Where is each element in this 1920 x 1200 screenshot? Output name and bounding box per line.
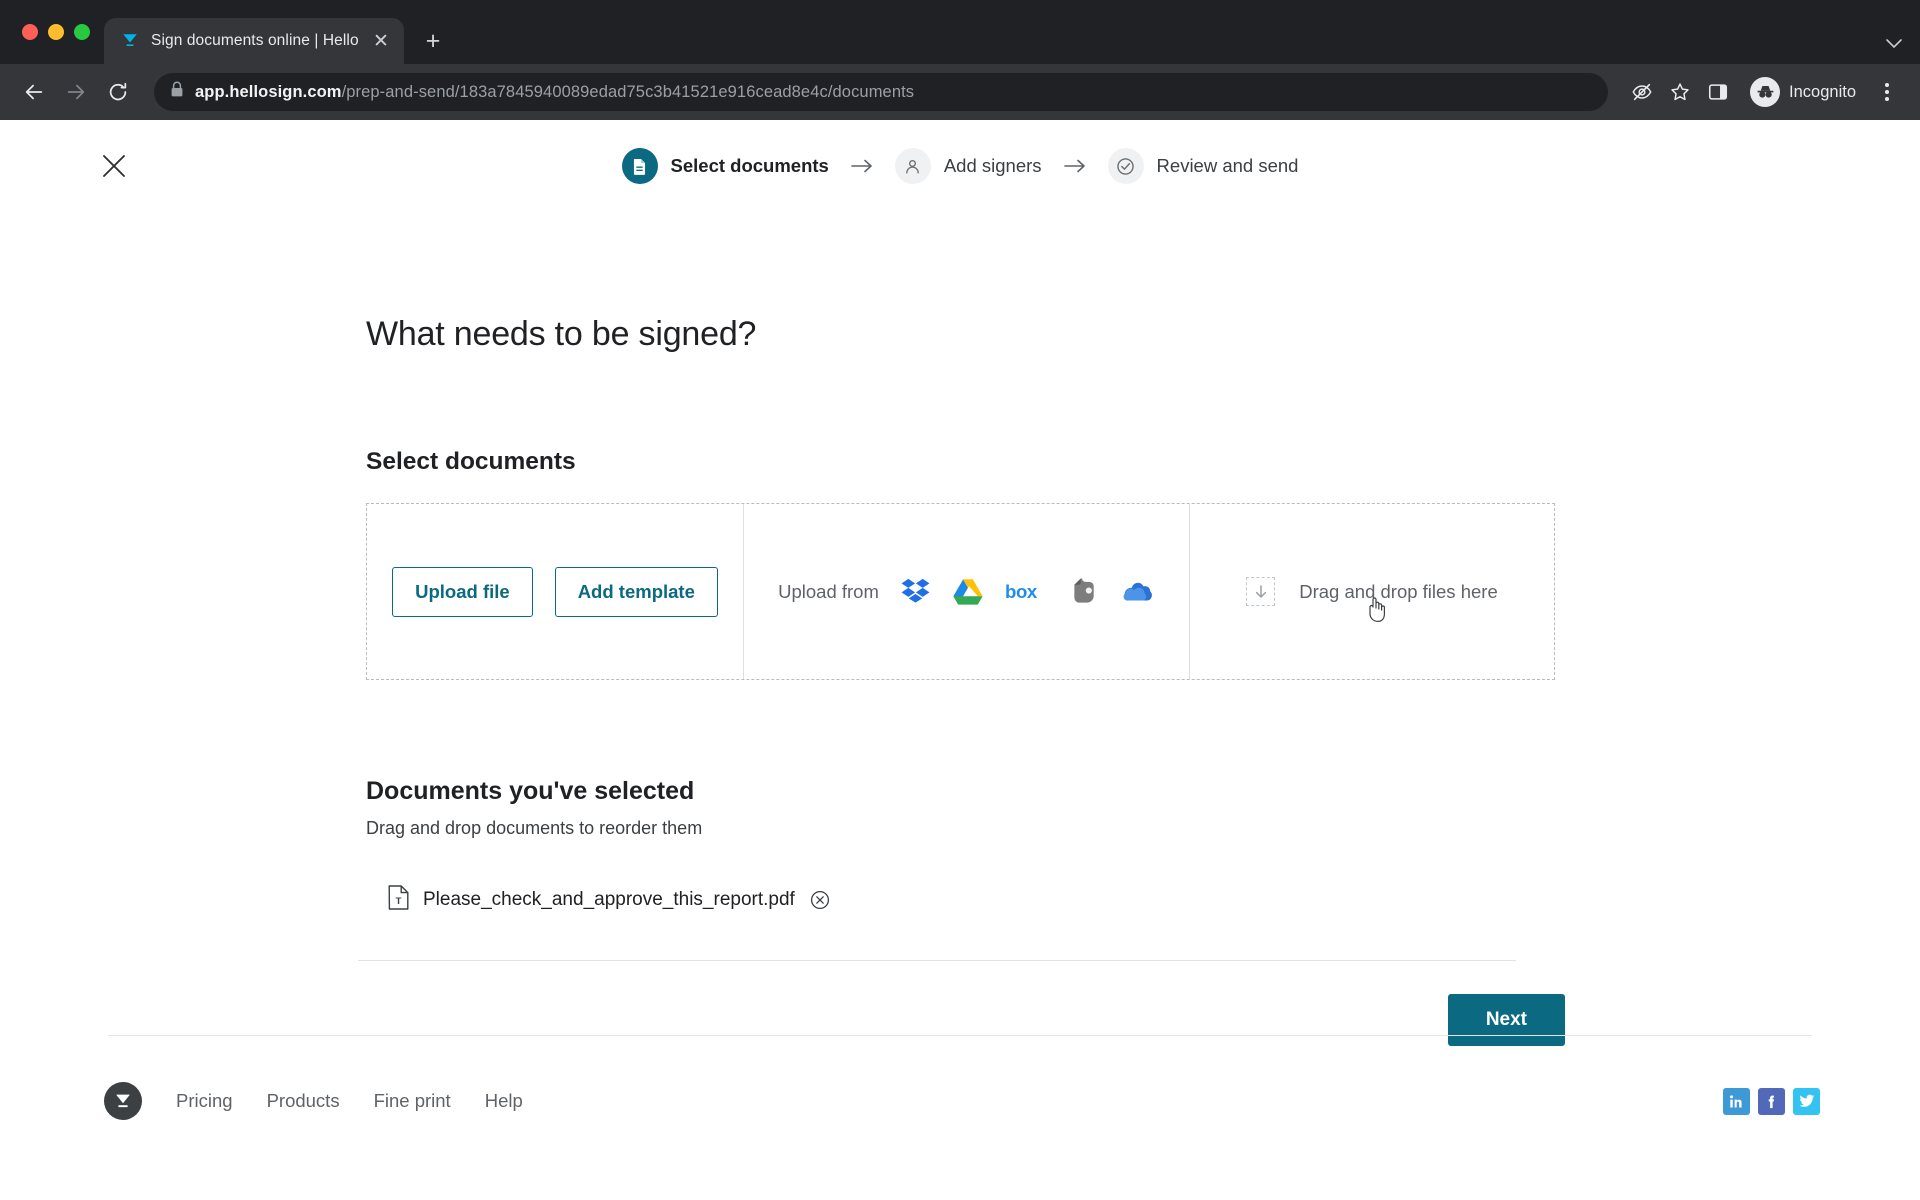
maximize-window-button[interactable] [74,24,90,40]
browser-tabstrip: Sign documents online | HelloS ✕ + [0,0,1920,64]
check-circle-icon [1107,148,1144,184]
add-template-button[interactable]: Add template [554,566,718,617]
pdf-file-icon: T [388,885,409,915]
lock-icon [170,81,184,103]
browser-tab[interactable]: Sign documents online | HelloS ✕ [104,18,404,64]
close-icon[interactable]: ✕ [370,30,392,52]
dropzone-buttons: Upload file Add template [367,504,743,679]
kebab-menu-icon[interactable] [1870,74,1904,110]
chevron-down-icon[interactable] [1886,36,1902,54]
box-icon[interactable]: box [1005,575,1049,608]
reload-icon[interactable] [100,74,136,110]
minimize-window-button[interactable] [48,24,64,40]
close-window-button[interactable] [22,24,38,40]
dropbox-icon[interactable] [899,575,932,608]
document-filename: Please_check_and_approve_this_report.pdf [423,889,795,910]
footer-link-help[interactable]: Help [485,1090,523,1112]
side-panel-icon[interactable] [1700,74,1736,110]
drag-drop-label: Drag and drop files here [1299,580,1498,602]
stepper-step-add-signers[interactable]: Add signers [894,148,1042,184]
footer-links: Pricing Products Fine print Help [104,1082,523,1120]
google-drive-icon[interactable] [952,575,985,608]
upload-from-group: Upload from box [744,504,1189,679]
cloud-service-icons: box [899,575,1155,608]
stepper-step-select-documents[interactable]: Select documents [621,148,829,184]
upload-file-button[interactable]: Upload file [392,566,533,617]
hellosign-app-page: Select documents Add signers Review and … [0,120,1920,1200]
close-icon[interactable] [96,148,132,184]
stepper-label-select-documents: Select documents [670,155,829,176]
incognito-label: Incognito [1789,82,1856,101]
url-path: /prep-and-send/183a7845940089edad75c3b41… [341,82,915,101]
footer-content: Pricing Products Fine print Help [0,1036,1920,1166]
arrow-right-icon [1063,159,1086,173]
back-arrow-icon[interactable] [16,74,52,110]
incognito-avatar-icon [1750,77,1781,107]
main-content: What needs to be signed? Select document… [0,315,1920,1046]
select-documents-section-title: Select documents [366,448,576,475]
remove-circle-icon[interactable] [809,889,831,911]
onedrive-icon[interactable] [1122,575,1155,608]
hellosign-logo-icon [104,1082,142,1120]
linkedin-icon[interactable] [1723,1087,1750,1115]
browser-tab-title: Sign documents online | HelloS [151,32,359,49]
hellosign-favicon-icon [120,31,140,51]
browser-window: Sign documents online | HelloS ✕ + app.h… [0,0,1920,1200]
svg-text:T: T [396,896,402,907]
content-container: What needs to be signed? Select document… [358,315,1565,1046]
download-arrow-icon [1246,577,1276,606]
social-links [1723,1087,1820,1115]
window-traffic-lights [14,0,104,64]
app-topbar: Select documents Add signers Review and … [0,120,1920,212]
address-bar[interactable]: app.hellosign.com/prep-and-send/183a7845… [154,73,1609,111]
documents-selected-subtitle: Drag and drop documents to reorder them [366,818,703,838]
evernote-icon[interactable] [1069,575,1102,608]
section-divider [358,960,1516,961]
url-host: app.hellosign.com [195,82,342,101]
stepper-step-review-and-send[interactable]: Review and send [1107,148,1299,184]
toolbar-icons: Incognito [1624,74,1904,110]
facebook-icon[interactable] [1758,1087,1785,1115]
progress-stepper: Select documents Add signers Review and … [621,148,1299,184]
address-bar-url: app.hellosign.com/prep-and-send/183a7845… [195,83,914,102]
stepper-label-add-signers: Add signers [943,155,1042,176]
list-item[interactable]: T Please_check_and_approve_this_report.p… [388,885,1555,915]
eye-slash-icon[interactable] [1624,74,1660,110]
twitter-icon[interactable] [1793,1087,1820,1115]
person-icon [894,148,931,184]
footer-link-fine-print[interactable]: Fine print [374,1090,451,1112]
page-title: What needs to be signed? [366,315,757,353]
stepper-label-review-and-send: Review and send [1156,155,1299,176]
file-dropzone[interactable]: Upload file Add template Upload from box… [366,503,1555,680]
star-icon[interactable] [1662,74,1698,110]
footer-link-pricing[interactable]: Pricing [176,1090,233,1112]
upload-from-label: Upload from [778,580,879,602]
document-icon [621,148,658,184]
forward-arrow-icon[interactable] [58,74,94,110]
drag-drop-area[interactable]: Drag and drop files here [1190,504,1554,679]
browser-toolbar: app.hellosign.com/prep-and-send/183a7845… [0,64,1920,120]
svg-text:box: box [1005,581,1038,602]
documents-selected-title: Documents you've selected [366,777,695,805]
incognito-profile-button[interactable]: Incognito [1744,74,1868,110]
new-tab-icon[interactable]: + [414,22,452,60]
footer-link-products[interactable]: Products [267,1090,340,1112]
page-footer: Pricing Products Fine print Help [0,1035,1920,1200]
arrow-right-icon [851,159,873,173]
